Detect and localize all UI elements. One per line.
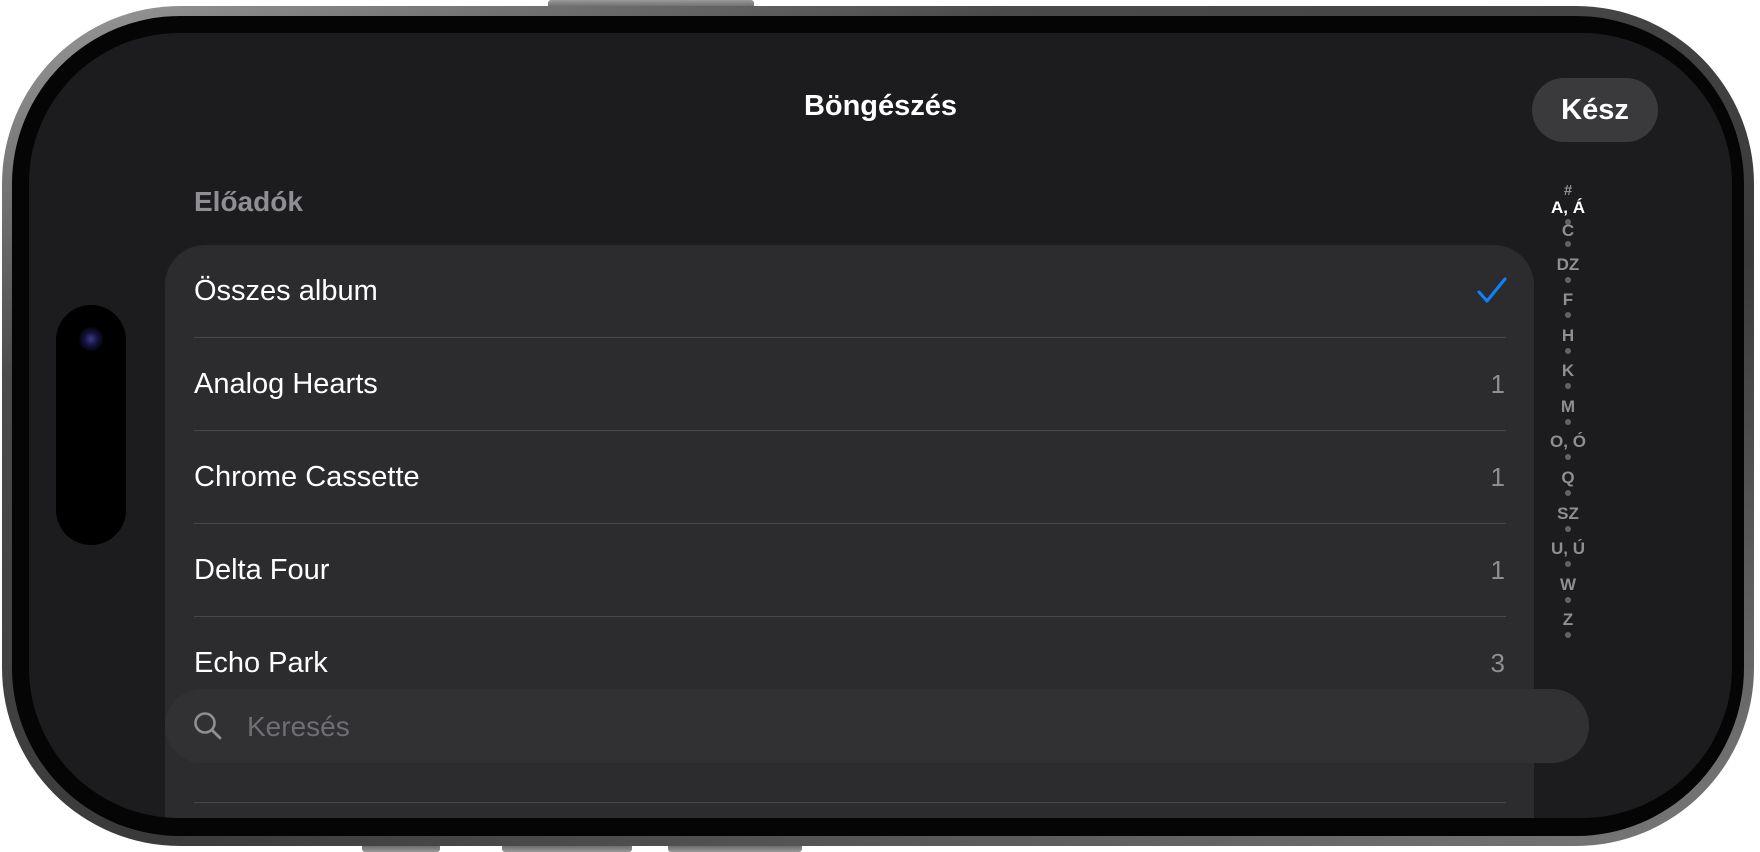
index-letter[interactable]: C [1539, 221, 1597, 241]
search-input[interactable] [245, 689, 1549, 765]
index-letter-active[interactable]: A, Á [1539, 198, 1597, 218]
row-separator [194, 802, 1506, 803]
index-dot [1565, 454, 1571, 460]
list-item-all-albums[interactable]: Összes album [165, 245, 1534, 337]
section-header-artists: Előadók [194, 186, 303, 217]
checkmark-icon [1477, 277, 1507, 303]
list-item[interactable]: Analog Hearts 1 [165, 338, 1534, 430]
search-icon [194, 712, 222, 740]
list-item[interactable]: Delta Four 1 [165, 524, 1534, 616]
alphabet-index[interactable]: # A, Á C DZ F H K M O, Ó Q SZ U, Ú W Z [1539, 178, 1599, 688]
index-letter[interactable]: Q [1539, 468, 1597, 488]
album-count: 1 [1490, 555, 1505, 585]
device-stage: Böngészés Kész Előadók Összes album Anal… [0, 0, 1760, 852]
index-letter[interactable]: W [1539, 575, 1597, 595]
index-dot [1565, 277, 1571, 283]
done-button[interactable]: Kész [1532, 78, 1658, 142]
album-count: 1 [1490, 369, 1505, 399]
list-item-label: Delta Four [194, 554, 330, 586]
index-letter[interactable]: K [1539, 361, 1597, 381]
index-dot [1565, 597, 1571, 603]
list-item-label: Chrome Cassette [194, 461, 420, 493]
index-dot [1565, 526, 1571, 532]
screen: Böngészés Kész Előadók Összes album Anal… [29, 33, 1732, 818]
index-letter[interactable]: H [1539, 326, 1597, 346]
index-letter[interactable]: F [1539, 290, 1597, 310]
index-letter[interactable]: U, Ú [1539, 539, 1597, 559]
front-camera [79, 327, 103, 351]
index-letter[interactable]: DZ [1539, 255, 1597, 275]
index-dot [1565, 561, 1571, 567]
index-letter[interactable]: SZ [1539, 504, 1597, 524]
album-count: 1 [1490, 462, 1505, 492]
index-dot [1565, 241, 1571, 247]
page-title: Böngészés [803, 90, 958, 122]
search-field[interactable] [165, 689, 1589, 765]
index-letter[interactable]: Z [1539, 610, 1597, 630]
index-dot [1565, 632, 1571, 638]
index-dot [1565, 383, 1571, 389]
list-item-label: Összes album [194, 275, 378, 307]
index-dot [1565, 348, 1571, 354]
index-dot [1565, 419, 1571, 425]
index-letter[interactable]: # [1539, 182, 1597, 199]
index-letter[interactable]: M [1539, 397, 1597, 417]
index-letter[interactable]: O, Ó [1539, 432, 1597, 452]
list-item[interactable]: Chrome Cassette 1 [165, 431, 1534, 523]
list-item-label: Analog Hearts [194, 368, 378, 400]
index-dot [1565, 312, 1571, 318]
index-dot [1565, 490, 1571, 496]
